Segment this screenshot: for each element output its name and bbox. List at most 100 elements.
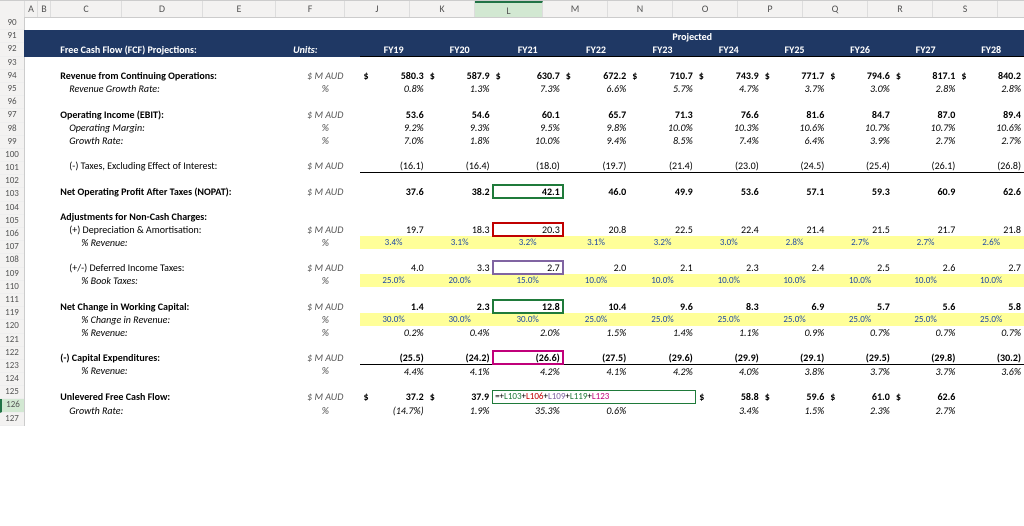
value-cell[interactable]: 9.6: [629, 300, 696, 313]
value-cell[interactable]: 10.3%: [696, 121, 762, 134]
value-cell[interactable]: (18.0): [493, 159, 563, 173]
value-cell[interactable]: 4.1%: [563, 364, 629, 378]
value-cell[interactable]: 54.6: [427, 108, 493, 121]
row-header[interactable]: 92: [0, 43, 24, 56]
value-cell[interactable]: $743.9: [696, 69, 762, 82]
value-cell[interactable]: 7.3%: [493, 82, 563, 95]
col-header[interactable]: N: [608, 1, 673, 17]
value-cell[interactable]: 3.2%: [629, 236, 696, 249]
value-cell[interactable]: 1.4: [360, 300, 426, 313]
value-cell[interactable]: 2.8%: [893, 82, 959, 95]
value-cell[interactable]: 10.0%: [629, 121, 696, 134]
value-cell[interactable]: 2.0: [563, 261, 629, 274]
value-cell[interactable]: (23.0): [696, 159, 762, 173]
value-cell[interactable]: 0.9%: [762, 326, 828, 339]
value-cell[interactable]: 25.0%: [696, 313, 762, 326]
value-cell[interactable]: 4.2%: [493, 364, 563, 378]
row-header[interactable]: 126: [0, 399, 24, 412]
value-cell[interactable]: 21.7: [893, 223, 959, 236]
row-header[interactable]: 100: [0, 149, 24, 162]
value-cell[interactable]: 5.7: [827, 300, 893, 313]
value-cell[interactable]: (26.1): [893, 159, 959, 173]
value-cell[interactable]: 0.2%: [360, 326, 426, 339]
value-cell[interactable]: 5.6: [893, 300, 959, 313]
value-cell[interactable]: 49.9: [629, 185, 696, 198]
row-header[interactable]: 105: [0, 215, 24, 228]
value-cell[interactable]: 2.1: [629, 261, 696, 274]
value-cell[interactable]: 30.0%: [427, 313, 493, 326]
value-cell[interactable]: 3.3: [427, 261, 493, 274]
value-cell[interactable]: $59.6: [762, 390, 828, 403]
value-cell[interactable]: 19.7: [360, 223, 426, 236]
value-cell[interactable]: 2.4: [762, 261, 828, 274]
col-header[interactable]: D: [122, 1, 203, 17]
row-header[interactable]: 102: [0, 175, 24, 188]
row-header[interactable]: 127: [0, 413, 24, 426]
grid[interactable]: ProjectedFree Cash Flow (FCF) Projection…: [24, 17, 1024, 526]
value-cell[interactable]: 10.6%: [958, 121, 1024, 134]
value-cell[interactable]: 21.5: [827, 223, 893, 236]
value-cell[interactable]: 3.1%: [427, 236, 493, 249]
value-cell[interactable]: 35.3%: [493, 404, 563, 418]
value-cell[interactable]: $58.8: [696, 390, 762, 403]
value-cell[interactable]: (16.4): [427, 159, 493, 173]
col-header[interactable]: E: [203, 1, 276, 17]
value-cell[interactable]: 2.3%: [827, 404, 893, 418]
value-cell[interactable]: 2.5: [827, 261, 893, 274]
value-cell[interactable]: 3.2%: [493, 236, 563, 249]
value-cell[interactable]: 10.0%: [762, 274, 828, 287]
value-cell[interactable]: $710.7: [629, 69, 696, 82]
value-cell[interactable]: 15.0%: [493, 274, 563, 287]
col-header[interactable]: J: [345, 1, 410, 17]
value-cell[interactable]: 37.6: [360, 185, 426, 198]
col-header[interactable]: L: [475, 1, 543, 17]
value-cell[interactable]: 20.0%: [427, 274, 493, 287]
value-cell[interactable]: 10.7%: [827, 121, 893, 134]
value-cell[interactable]: 9.3%: [427, 121, 493, 134]
col-header[interactable]: S: [933, 1, 998, 17]
col-header[interactable]: C: [51, 1, 122, 17]
row-header[interactable]: 97: [0, 109, 24, 122]
value-cell[interactable]: 8.3: [696, 300, 762, 313]
value-cell[interactable]: 25.0%: [827, 313, 893, 326]
value-cell[interactable]: $840.2: [958, 69, 1024, 82]
value-cell[interactable]: (26.6): [493, 351, 563, 365]
row-header[interactable]: 121: [0, 334, 24, 347]
value-cell[interactable]: 9.4%: [563, 134, 629, 147]
value-cell[interactable]: 2.0%: [493, 326, 563, 339]
row-header[interactable]: 106: [0, 228, 24, 241]
value-cell[interactable]: 3.7%: [827, 364, 893, 378]
row-header[interactable]: 91: [0, 30, 24, 43]
row-header[interactable]: 104: [0, 202, 24, 215]
col-header[interactable]: Q: [803, 1, 868, 17]
value-cell[interactable]: 10.0%: [696, 274, 762, 287]
row-header[interactable]: 110: [0, 281, 24, 294]
value-cell[interactable]: 0.8%: [360, 82, 426, 95]
value-cell[interactable]: 0.7%: [893, 326, 959, 339]
value-cell[interactable]: (21.4): [629, 159, 696, 173]
value-cell[interactable]: 5.8: [958, 300, 1024, 313]
value-cell[interactable]: $62.6: [893, 390, 959, 403]
col-header[interactable]: B: [38, 1, 51, 17]
value-cell[interactable]: 42.1: [493, 185, 563, 198]
value-cell[interactable]: 57.1: [762, 185, 828, 198]
col-header[interactable]: P: [738, 1, 803, 17]
col-header[interactable]: R: [868, 1, 933, 17]
col-header[interactable]: A: [25, 1, 38, 17]
col-header[interactable]: O: [673, 1, 738, 17]
row-header[interactable]: 107: [0, 241, 24, 254]
value-cell[interactable]: 3.7%: [893, 364, 959, 378]
value-cell[interactable]: 1.9%: [427, 404, 493, 418]
value-cell[interactable]: 53.6: [696, 185, 762, 198]
value-cell[interactable]: (29.1): [762, 351, 828, 365]
value-cell[interactable]: 60.9: [893, 185, 959, 198]
value-cell[interactable]: 2.7%: [893, 404, 959, 418]
value-cell[interactable]: 89.4: [958, 108, 1024, 121]
value-cell[interactable]: $630.7: [493, 69, 563, 82]
col-header[interactable]: K: [410, 1, 475, 17]
value-cell[interactable]: 10.0%: [893, 274, 959, 287]
row-header[interactable]: 94: [0, 70, 24, 83]
value-cell[interactable]: 1.3%: [427, 82, 493, 95]
row-header[interactable]: 108: [0, 254, 24, 267]
value-cell[interactable]: 7.0%: [360, 134, 426, 147]
